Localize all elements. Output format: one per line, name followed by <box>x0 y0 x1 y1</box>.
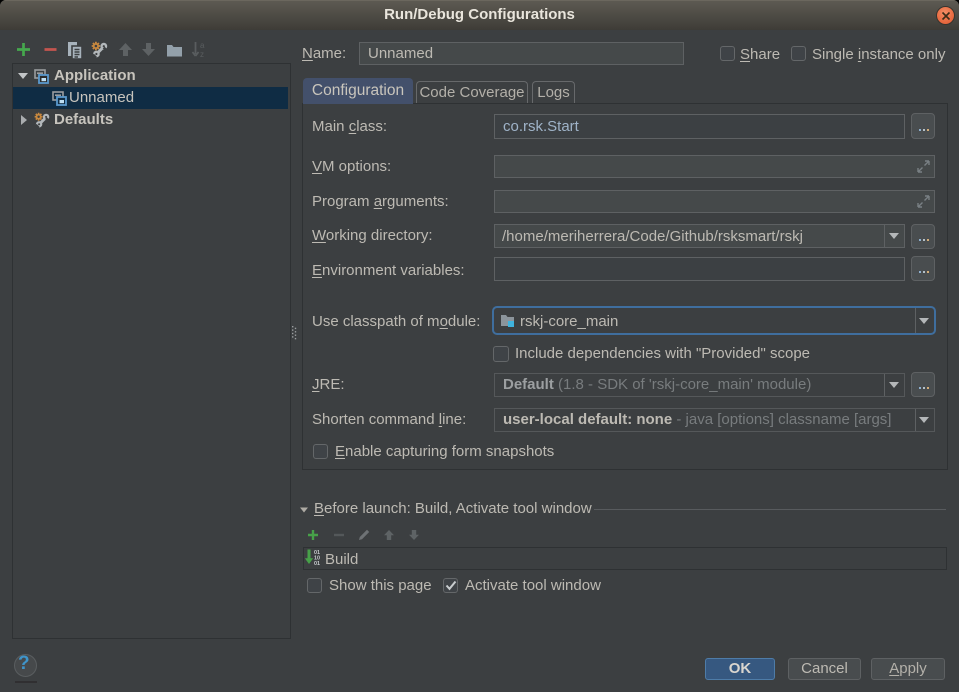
svg-text:a: a <box>200 41 205 50</box>
svg-text:z: z <box>200 50 204 58</box>
svg-text:01: 01 <box>314 561 320 565</box>
